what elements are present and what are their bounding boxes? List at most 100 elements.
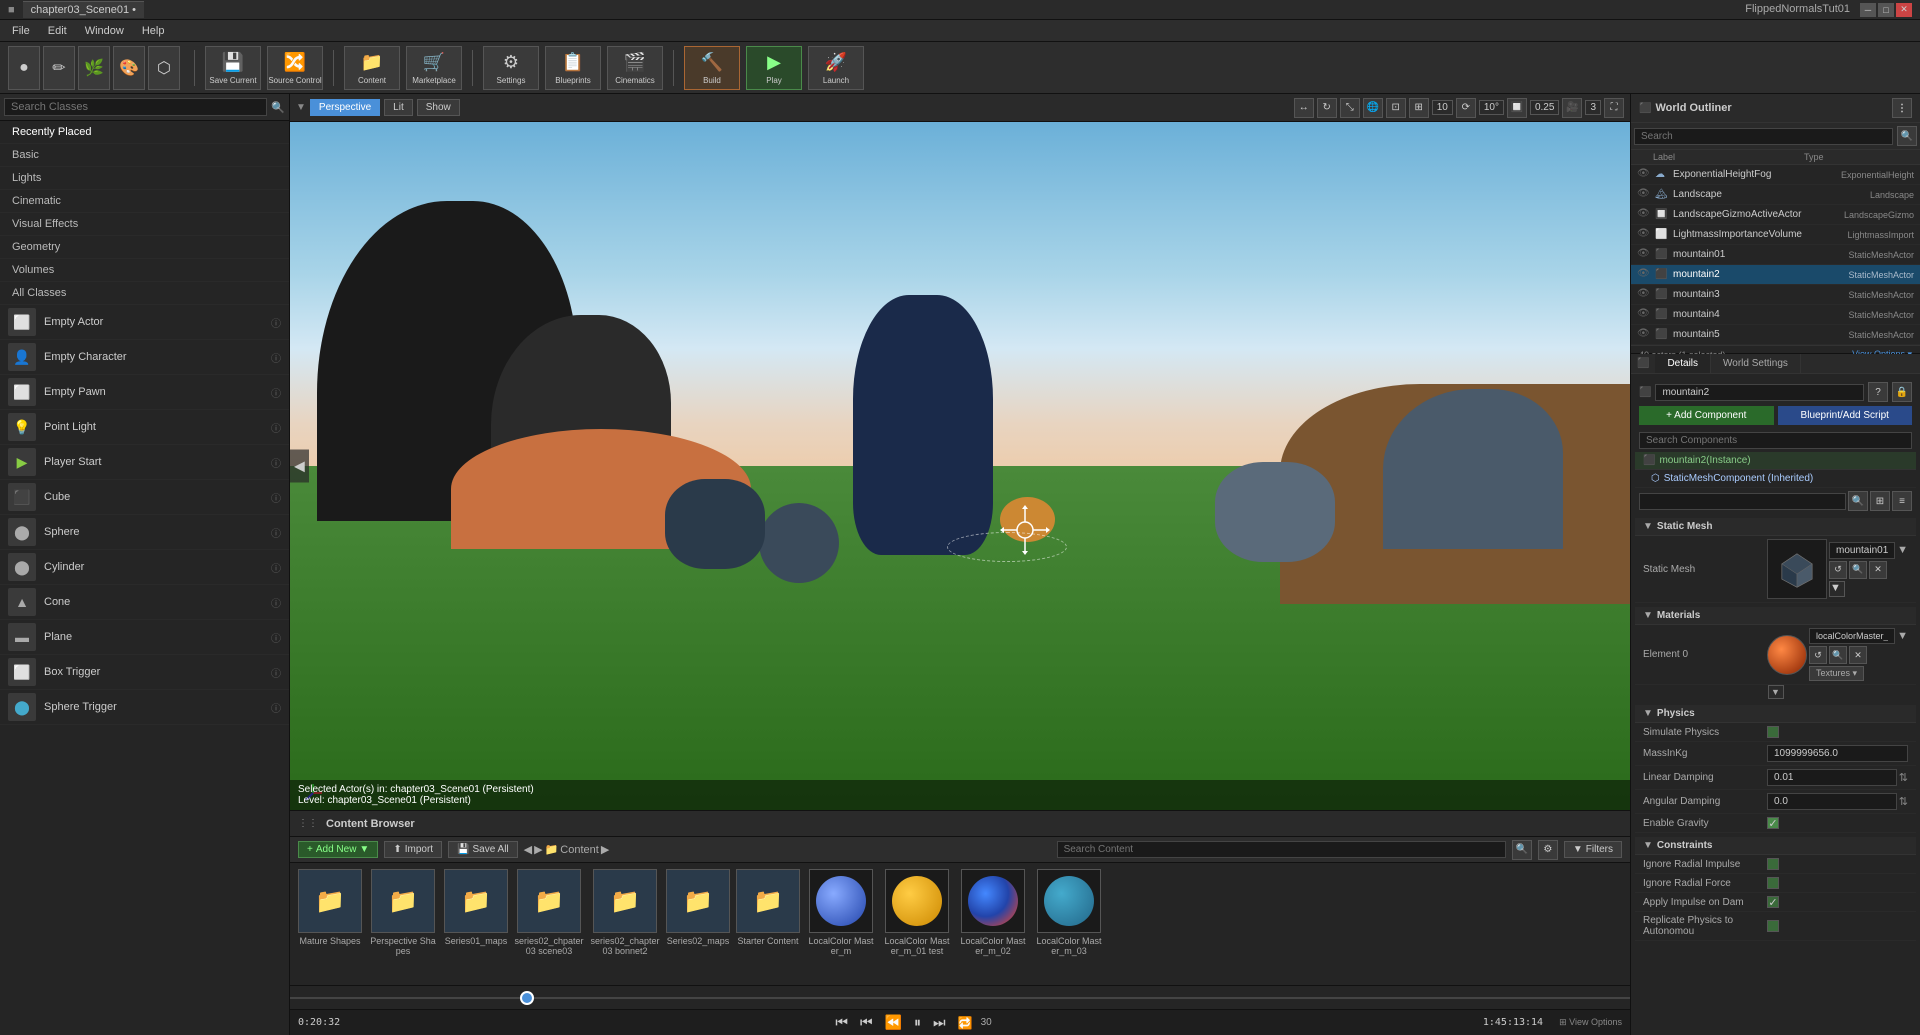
list-item[interactable]: ⬜ Box Trigger ⓘ xyxy=(0,655,289,690)
mesh-name-input[interactable] xyxy=(1829,542,1895,559)
component-row[interactable]: ⬡ StaticMeshComponent (Inherited) xyxy=(1635,470,1916,488)
breadcrumb-forward-icon[interactable]: ▶ xyxy=(534,843,542,856)
grid-snap-icon[interactable]: ⊞ xyxy=(1409,98,1429,118)
build-button[interactable]: 🔨 Build xyxy=(684,46,740,90)
camera-speed-icon[interactable]: 🎥 xyxy=(1562,98,1582,118)
cb-settings-icon[interactable]: ⚙ xyxy=(1538,840,1558,860)
list-item[interactable]: ▶ Player Start ⓘ xyxy=(0,445,289,480)
empty-pawn-info[interactable]: ⓘ xyxy=(271,385,281,400)
step-forward-button[interactable]: ⏸ xyxy=(910,1012,925,1033)
asset-item-localcolor-m[interactable]: LocalColor Master_m xyxy=(806,869,876,956)
outliner-row-landscape-gizmo[interactable]: 👁 🔲 LandscapeGizmoActiveActor LandscapeG… xyxy=(1631,205,1920,225)
sidebar-item-recently-placed[interactable]: Recently Placed xyxy=(0,121,289,144)
quick-access-btn[interactable]: ● xyxy=(8,46,40,90)
sidebar-item-basic[interactable]: Basic xyxy=(0,144,289,167)
angular-damping-arrows[interactable]: ⇅ xyxy=(1899,795,1908,808)
timeline-thumb-circle[interactable] xyxy=(520,991,534,1005)
cube-info[interactable]: ⓘ xyxy=(271,490,281,505)
asset-item-localcolor-m02[interactable]: LocalColor Master_m_02 xyxy=(958,869,1028,956)
sidebar-item-all-classes[interactable]: All Classes xyxy=(0,282,289,305)
visibility-icon[interactable]: 👁 xyxy=(1637,248,1651,262)
visibility-icon[interactable]: 👁 xyxy=(1637,308,1651,322)
static-mesh-section-header[interactable]: ▼ Static Mesh xyxy=(1635,518,1916,536)
empty-character-info[interactable]: ⓘ xyxy=(271,350,281,365)
outliner-row-mountain01[interactable]: 👁 ⬛ mountain01 StaticMeshActor xyxy=(1631,245,1920,265)
mesh-dropdown-icon[interactable]: ▼ xyxy=(1897,544,1908,556)
menu-file[interactable]: File xyxy=(4,23,38,39)
close-button[interactable]: ✕ xyxy=(1896,3,1912,17)
linear-damping-arrows[interactable]: ⇅ xyxy=(1899,771,1908,784)
angular-damping-input[interactable] xyxy=(1767,793,1897,810)
linear-damping-input[interactable] xyxy=(1767,769,1897,786)
maximize-viewport-icon[interactable]: ⛶ xyxy=(1604,98,1624,118)
tab-details[interactable]: Details xyxy=(1655,354,1711,373)
marketplace-button[interactable]: 🛒 Marketplace xyxy=(406,46,462,90)
outliner-search-icon[interactable]: 🔍 xyxy=(1897,126,1917,146)
fast-forward-button[interactable]: ⏭ xyxy=(929,1012,950,1033)
settings-button[interactable]: ⚙ Settings xyxy=(483,46,539,90)
details-collapse-icon[interactable]: ≡ xyxy=(1892,491,1912,511)
rotate-icon[interactable]: ↻ xyxy=(1317,98,1337,118)
visibility-icon[interactable]: 👁 xyxy=(1637,188,1651,202)
lock-icon[interactable]: 🔒 xyxy=(1892,382,1912,402)
launch-button[interactable]: 🚀 Launch xyxy=(808,46,864,90)
asset-item-series02-maps[interactable]: 📁 Series02_maps xyxy=(666,869,730,946)
world-local-icon[interactable]: 🌐 xyxy=(1363,98,1383,118)
brush-btn[interactable]: ✏ xyxy=(43,46,75,90)
import-button[interactable]: ⬆ Import xyxy=(384,841,442,858)
visibility-icon[interactable]: 👁 xyxy=(1637,228,1651,242)
rotation-snap-icon[interactable]: ⟳ xyxy=(1456,98,1476,118)
textures-dropdown-button[interactable]: Textures ▾ xyxy=(1809,666,1864,681)
asset-item-localcolor-m03[interactable]: LocalColor Master_m_03 xyxy=(1034,869,1104,956)
content-button[interactable]: 📁 Content xyxy=(344,46,400,90)
outliner-row-mountain2-selected[interactable]: 👁 ⬛ mountain2 StaticMeshActor xyxy=(1631,265,1920,285)
tab-title[interactable]: chapter03_Scene01 • xyxy=(23,1,144,18)
sidebar-item-visual-effects[interactable]: Visual Effects xyxy=(0,213,289,236)
materials-expand-button[interactable]: ▼ xyxy=(1768,685,1784,699)
scale-snap-icon[interactable]: 🔲 xyxy=(1507,98,1527,118)
instance-row[interactable]: ⬛ mountain2(Instance) xyxy=(1635,452,1916,470)
ignore-radial-impulse-checkbox[interactable] xyxy=(1767,858,1779,870)
filters-button[interactable]: ▼ Filters xyxy=(1564,841,1622,858)
list-item[interactable]: 💡 Point Light ⓘ xyxy=(0,410,289,445)
outliner-search-input[interactable] xyxy=(1634,128,1893,145)
asset-item-mature-shapes[interactable]: 📁 Mature Shapes xyxy=(298,869,362,946)
visibility-icon[interactable]: 👁 xyxy=(1637,328,1651,342)
add-new-button[interactable]: + Add New ▼ xyxy=(298,841,378,858)
blueprint-add-script-button[interactable]: Blueprint/Add Script xyxy=(1778,406,1913,425)
viewport-options-icon[interactable]: ▼ xyxy=(296,102,306,113)
scale-icon[interactable]: ⤡ xyxy=(1340,98,1360,118)
help-icon[interactable]: ? xyxy=(1868,382,1888,402)
material-dropdown-icon[interactable]: ▼ xyxy=(1897,630,1908,642)
blueprints-button[interactable]: 📋 Blueprints xyxy=(545,46,601,90)
simulate-physics-checkbox[interactable] xyxy=(1767,726,1779,738)
visibility-icon[interactable]: 👁 xyxy=(1637,288,1651,302)
asset-item-starter-content[interactable]: 📁 Starter Content xyxy=(736,869,800,946)
outliner-row-landscape[interactable]: 👁 🏔 Landscape Landscape xyxy=(1631,185,1920,205)
visibility-icon[interactable]: 👁 xyxy=(1637,268,1651,282)
outliner-row-lightmass[interactable]: 👁 ⬜ LightmassImportanceVolume LightmassI… xyxy=(1631,225,1920,245)
outliner-row-mountain4[interactable]: 👁 ⬛ mountain4 StaticMeshActor xyxy=(1631,305,1920,325)
content-search-input[interactable] xyxy=(1057,841,1506,858)
search-details-icon[interactable]: 🔍 xyxy=(1848,491,1868,511)
mass-input[interactable] xyxy=(1767,745,1908,762)
physics-section-header[interactable]: ▼ Physics xyxy=(1635,705,1916,723)
material-preview-thumb[interactable] xyxy=(1767,635,1807,675)
show-button[interactable]: Show xyxy=(417,99,460,116)
list-item[interactable]: ⬛ Cube ⓘ xyxy=(0,480,289,515)
list-item[interactable]: 👤 Empty Character ⓘ xyxy=(0,340,289,375)
rewind-button[interactable]: ⏮ xyxy=(831,1012,852,1033)
sidebar-item-lights[interactable]: Lights xyxy=(0,167,289,190)
box-trigger-info[interactable]: ⓘ xyxy=(271,665,281,680)
mesh-preview-thumb[interactable] xyxy=(1767,539,1827,599)
view-options-button[interactable]: ⊞ View Options xyxy=(1559,1017,1622,1028)
apply-impulse-dam-checkbox[interactable]: ✓ xyxy=(1767,896,1779,908)
outliner-row-mountain3[interactable]: 👁 ⬛ mountain3 StaticMeshActor xyxy=(1631,285,1920,305)
cb-search-icon[interactable]: 🔍 xyxy=(1512,840,1532,860)
constraints-section-header[interactable]: ▼ Constraints xyxy=(1635,837,1916,855)
sphere-trigger-info[interactable]: ⓘ xyxy=(271,700,281,715)
sidebar-item-volumes[interactable]: Volumes xyxy=(0,259,289,282)
find-material-button[interactable]: 🔍 xyxy=(1829,646,1847,664)
search-details-input[interactable] xyxy=(1639,493,1846,510)
asset-item-perspective-shapes[interactable]: 📁 Perspective Shapes xyxy=(368,869,438,956)
